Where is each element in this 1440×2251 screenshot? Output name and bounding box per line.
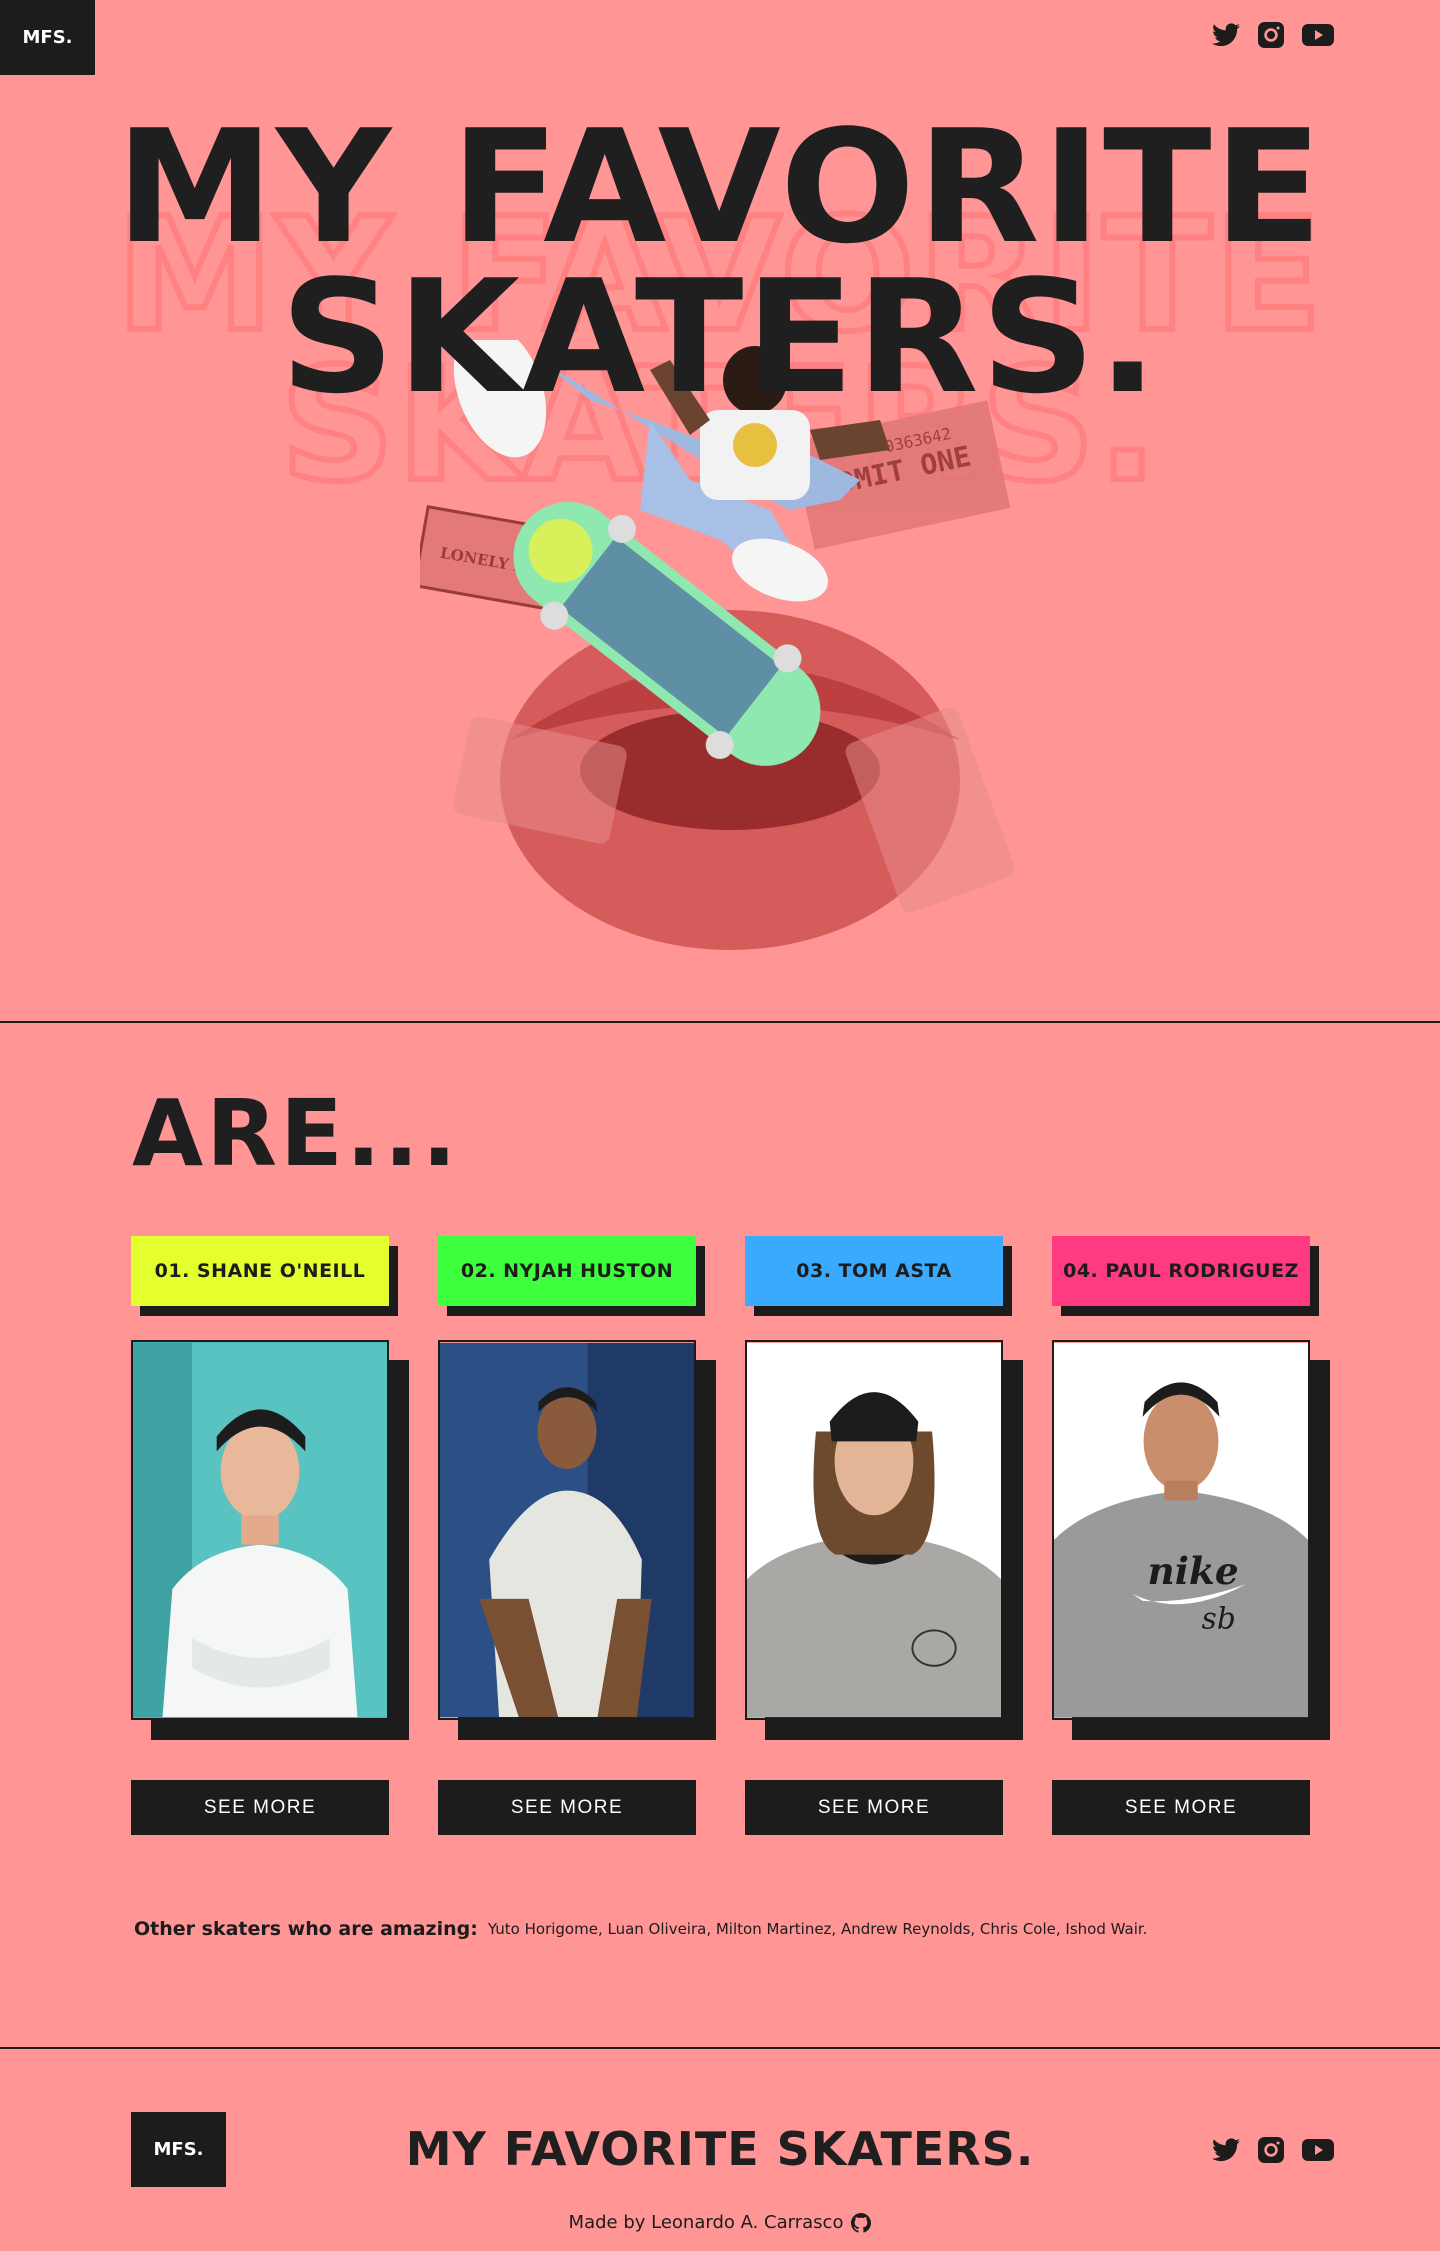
other-skaters-label: Other skaters who are amazing:: [134, 1918, 478, 1940]
footer-credit: Made by Leonardo A. Carrasco: [0, 2212, 1440, 2233]
shirt-sub-text: sb: [1202, 1601, 1236, 1635]
skater-card-2: 02. NYJAH HUSTON SEE MORE: [438, 1236, 716, 1835]
youtube-icon[interactable]: [1302, 23, 1334, 47]
skater-card-4: 04. PAUL RODRIGUEZ nike sb SEE MORE: [1052, 1236, 1330, 1835]
skater-photo-2: [438, 1340, 696, 1720]
skater-photo-1: [131, 1340, 389, 1720]
skater-photo-4: nike sb: [1052, 1340, 1310, 1720]
twitter-icon[interactable]: [1212, 23, 1240, 47]
footer-social-links: [1212, 2137, 1334, 2163]
section-title: ARE...: [132, 1080, 460, 1187]
section-divider-top: [0, 1021, 1440, 1023]
section-divider-bottom: [0, 2047, 1440, 2049]
instagram-icon[interactable]: [1258, 2137, 1284, 2163]
github-icon[interactable]: [851, 2212, 872, 2233]
instagram-icon[interactable]: [1258, 22, 1284, 48]
skater-photo-frame-1: [131, 1340, 409, 1740]
credit-text: Made by Leonardo A. Carrasco: [568, 2212, 844, 2233]
twitter-icon[interactable]: [1212, 2138, 1240, 2162]
skater-tag-3: 03. TOM ASTA: [745, 1236, 1012, 1316]
see-more-button-3[interactable]: SEE MORE: [745, 1780, 1003, 1835]
other-skaters-names: Yuto Horigome, Luan Oliveira, Milton Mar…: [487, 1920, 1148, 1938]
skater-photo-frame-4: nike sb: [1052, 1340, 1330, 1740]
shirt-brand-text: nike: [1148, 1549, 1239, 1593]
other-skaters: Other skaters who are amazing: Yuto Hori…: [134, 1918, 1147, 1940]
hero-skater-illustration: ADMIT ONE 0363642 LONELY HEARTS CLUB: [420, 340, 1015, 950]
see-more-button-1[interactable]: SEE MORE: [131, 1780, 389, 1835]
see-more-button-4[interactable]: SEE MORE: [1052, 1780, 1310, 1835]
hero-title-line2: SKATERS.: [280, 246, 1160, 428]
skater-photo-frame-3: [745, 1340, 1023, 1740]
skater-tag-1: 01. SHANE O'NEILL: [131, 1236, 398, 1316]
skater-tag-4: 04. PAUL RODRIGUEZ: [1052, 1236, 1319, 1316]
skater-photo-frame-2: [438, 1340, 716, 1740]
skater-card-3: 03. TOM ASTA SEE MORE: [745, 1236, 1023, 1835]
youtube-icon[interactable]: [1302, 2138, 1334, 2162]
social-links: [1212, 22, 1334, 48]
hero-title: MY FAVORITE SKATERS.: [0, 96, 1440, 428]
see-more-button-2[interactable]: SEE MORE: [438, 1780, 696, 1835]
logo[interactable]: MFS.: [0, 0, 95, 75]
skater-tag-2: 02. NYJAH HUSTON: [438, 1236, 705, 1316]
hero-title-line1: MY FAVORITE: [115, 96, 1325, 278]
skater-card-1: 01. SHANE O'NEILL SEE MORE: [131, 1236, 409, 1835]
skater-photo-3: [745, 1340, 1003, 1720]
